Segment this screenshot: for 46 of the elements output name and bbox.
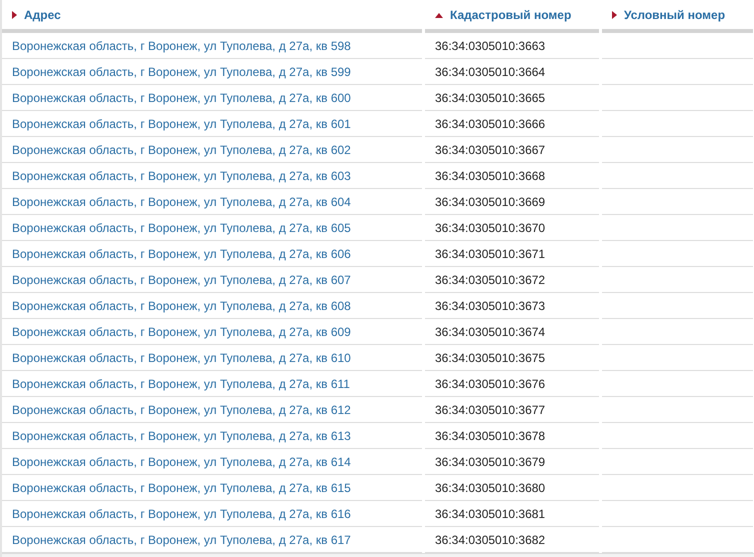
cadastral-number: 36:34:0305010:3665 <box>435 90 546 104</box>
cadastral-number: 36:34:0305010:3681 <box>435 506 546 520</box>
cadastral-number: 36:34:0305010:3671 <box>435 246 546 260</box>
address-link[interactable]: Воронежская область, г Воронеж, ул Туполева, д 27а, кв 598 <box>12 38 351 52</box>
cadastral-number: 36:34:0305010:3673 <box>435 298 546 312</box>
address-link[interactable]: Воронежская область, г Воронеж, ул Туполева, д 27а, кв 607 <box>12 272 351 286</box>
cadastral-number: 36:34:0305010:3672 <box>435 272 546 286</box>
address-link[interactable]: Воронежская область, г Воронеж, ул Туполева, д 27а, кв 608 <box>12 298 351 312</box>
address-link[interactable]: Воронежская область, г Воронеж, ул Туполева, д 27а, кв 602 <box>12 142 351 156</box>
sort-arrow-icon <box>12 10 17 18</box>
column-header[interactable]: Условный номер <box>612 8 726 22</box>
sort-arrow-icon <box>612 10 617 18</box>
address-link[interactable]: Воронежская область, г Воронеж, ул Туполева, д 27а, кв 609 <box>12 324 351 338</box>
address-link[interactable]: Воронежская область, г Воронеж, ул Туполева, д 27а, кв 599 <box>12 64 351 78</box>
cadastral-number: 36:34:0305010:3669 <box>435 194 546 208</box>
cadastral-number: 36:34:0305010:3670 <box>435 220 546 234</box>
column-header[interactable]: Кадастровый номер <box>435 8 572 22</box>
address-link[interactable]: Воронежская область, г Воронеж, ул Туполева, д 27а, кв 610 <box>12 350 351 364</box>
cadastral-number: 36:34:0305010:3668 <box>435 168 546 182</box>
cadastral-number: 36:34:0305010:3678 <box>435 428 546 442</box>
cadastral-number: 36:34:0305010:3680 <box>435 480 546 494</box>
sort-arrow-icon <box>435 12 443 18</box>
address-link[interactable]: Воронежская область, г Воронеж, ул Туполева, д 27а, кв 604 <box>12 194 351 208</box>
cadastral-number: 36:34:0305010:3664 <box>435 64 546 78</box>
cadastral-number: 36:34:0305010:3677 <box>435 402 546 416</box>
cadastral-number: 36:34:0305010:3682 <box>435 532 546 546</box>
address-link[interactable]: Воронежская область, г Воронеж, ул Туполева, д 27а, кв 611 <box>12 376 350 390</box>
column-header[interactable]: Адрес <box>12 8 61 22</box>
address-link[interactable]: Воронежская область, г Воронеж, ул Туполева, д 27а, кв 614 <box>12 454 351 468</box>
address-link[interactable]: Воронежская область, г Воронеж, ул Туполева, д 27а, кв 616 <box>12 506 351 520</box>
address-link[interactable]: Воронежская область, г Воронеж, ул Туполева, д 27а, кв 603 <box>12 168 351 182</box>
address-link[interactable]: Воронежская область, г Воронеж, ул Туполева, д 27а, кв 605 <box>12 220 351 234</box>
address-link[interactable]: Воронежская область, г Воронеж, ул Туполева, д 27а, кв 612 <box>12 402 351 416</box>
cadastral-number: 36:34:0305010:3679 <box>435 454 546 468</box>
address-link[interactable]: Воронежская область, г Воронеж, ул Туполева, д 27а, кв 615 <box>12 480 351 494</box>
address-link[interactable]: Воронежская область, г Воронеж, ул Туполева, д 27а, кв 613 <box>12 428 351 442</box>
address-link[interactable]: Воронежская область, г Воронеж, ул Туполева, д 27а, кв 600 <box>12 90 351 104</box>
cadastral-number: 36:34:0305010:3676 <box>435 376 546 390</box>
cadastral-number: 36:34:0305010:3674 <box>435 324 546 338</box>
cadastral-number: 36:34:0305010:3666 <box>435 116 546 130</box>
cadastral-number: 36:34:0305010:3667 <box>435 142 546 156</box>
cadastral-number: 36:34:0305010:3663 <box>435 38 546 52</box>
address-link[interactable]: Воронежская область, г Воронеж, ул Туполева, д 27а, кв 601 <box>12 116 351 130</box>
address-link[interactable]: Воронежская область, г Воронеж, ул Туполева, д 27а, кв 617 <box>12 532 351 546</box>
address-link[interactable]: Воронежская область, г Воронеж, ул Туполева, д 27а, кв 606 <box>12 246 351 260</box>
cadastral-number: 36:34:0305010:3675 <box>435 350 546 364</box>
